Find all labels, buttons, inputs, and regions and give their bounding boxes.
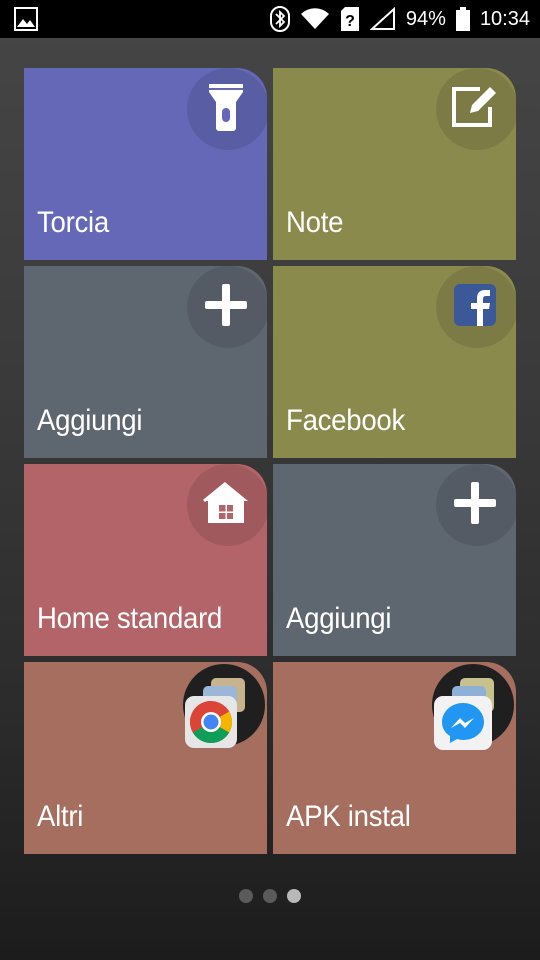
- tile-label: Home standard: [37, 602, 223, 635]
- tile-aggiungi[interactable]: Aggiungi: [24, 266, 267, 458]
- home-icon: [199, 476, 253, 530]
- page-indicator: [0, 889, 540, 905]
- status-bar: ? 94% 10:34: [0, 0, 540, 38]
- bluetooth-icon: [269, 6, 290, 32]
- plus-icon: [199, 278, 253, 332]
- chrome-stack-icon: [185, 676, 245, 748]
- flashlight-icon: [199, 80, 253, 134]
- tile-label: Altri: [37, 800, 84, 833]
- image-icon: [14, 7, 38, 31]
- sim-unknown-icon: ?: [340, 6, 360, 32]
- tile-facebook[interactable]: Facebook: [273, 266, 516, 458]
- tile-label: Facebook: [286, 404, 406, 437]
- tile-aggiungi-2[interactable]: Aggiungi: [273, 464, 516, 656]
- svg-text:?: ?: [345, 13, 355, 30]
- battery-icon: [455, 7, 470, 31]
- tile-label: Note: [286, 206, 344, 239]
- page-dot-active[interactable]: [287, 889, 301, 903]
- tile-altri[interactable]: Altri: [24, 662, 267, 854]
- facebook-icon: [448, 278, 502, 332]
- tile-home-standard[interactable]: Home standard: [24, 464, 267, 656]
- battery-percent: 94%: [405, 7, 446, 30]
- plus-icon: [448, 476, 502, 530]
- tile-note[interactable]: Note: [273, 68, 516, 260]
- tile-label: Torcia: [37, 206, 109, 239]
- edit-note-icon: [448, 80, 502, 134]
- tile-torcia[interactable]: Torcia: [24, 68, 267, 260]
- messenger-stack-icon: [434, 676, 494, 750]
- page-dot[interactable]: [239, 889, 253, 903]
- tile-label: Aggiungi: [37, 404, 143, 437]
- clock: 10:34: [479, 7, 530, 30]
- wifi-icon: [300, 8, 330, 30]
- tile-label: APK instal: [286, 800, 411, 833]
- tile-apk-instal[interactable]: APK instal: [273, 662, 516, 854]
- signal-icon: [369, 7, 396, 31]
- tile-label: Aggiungi: [286, 602, 392, 635]
- page-dot[interactable]: [263, 889, 277, 903]
